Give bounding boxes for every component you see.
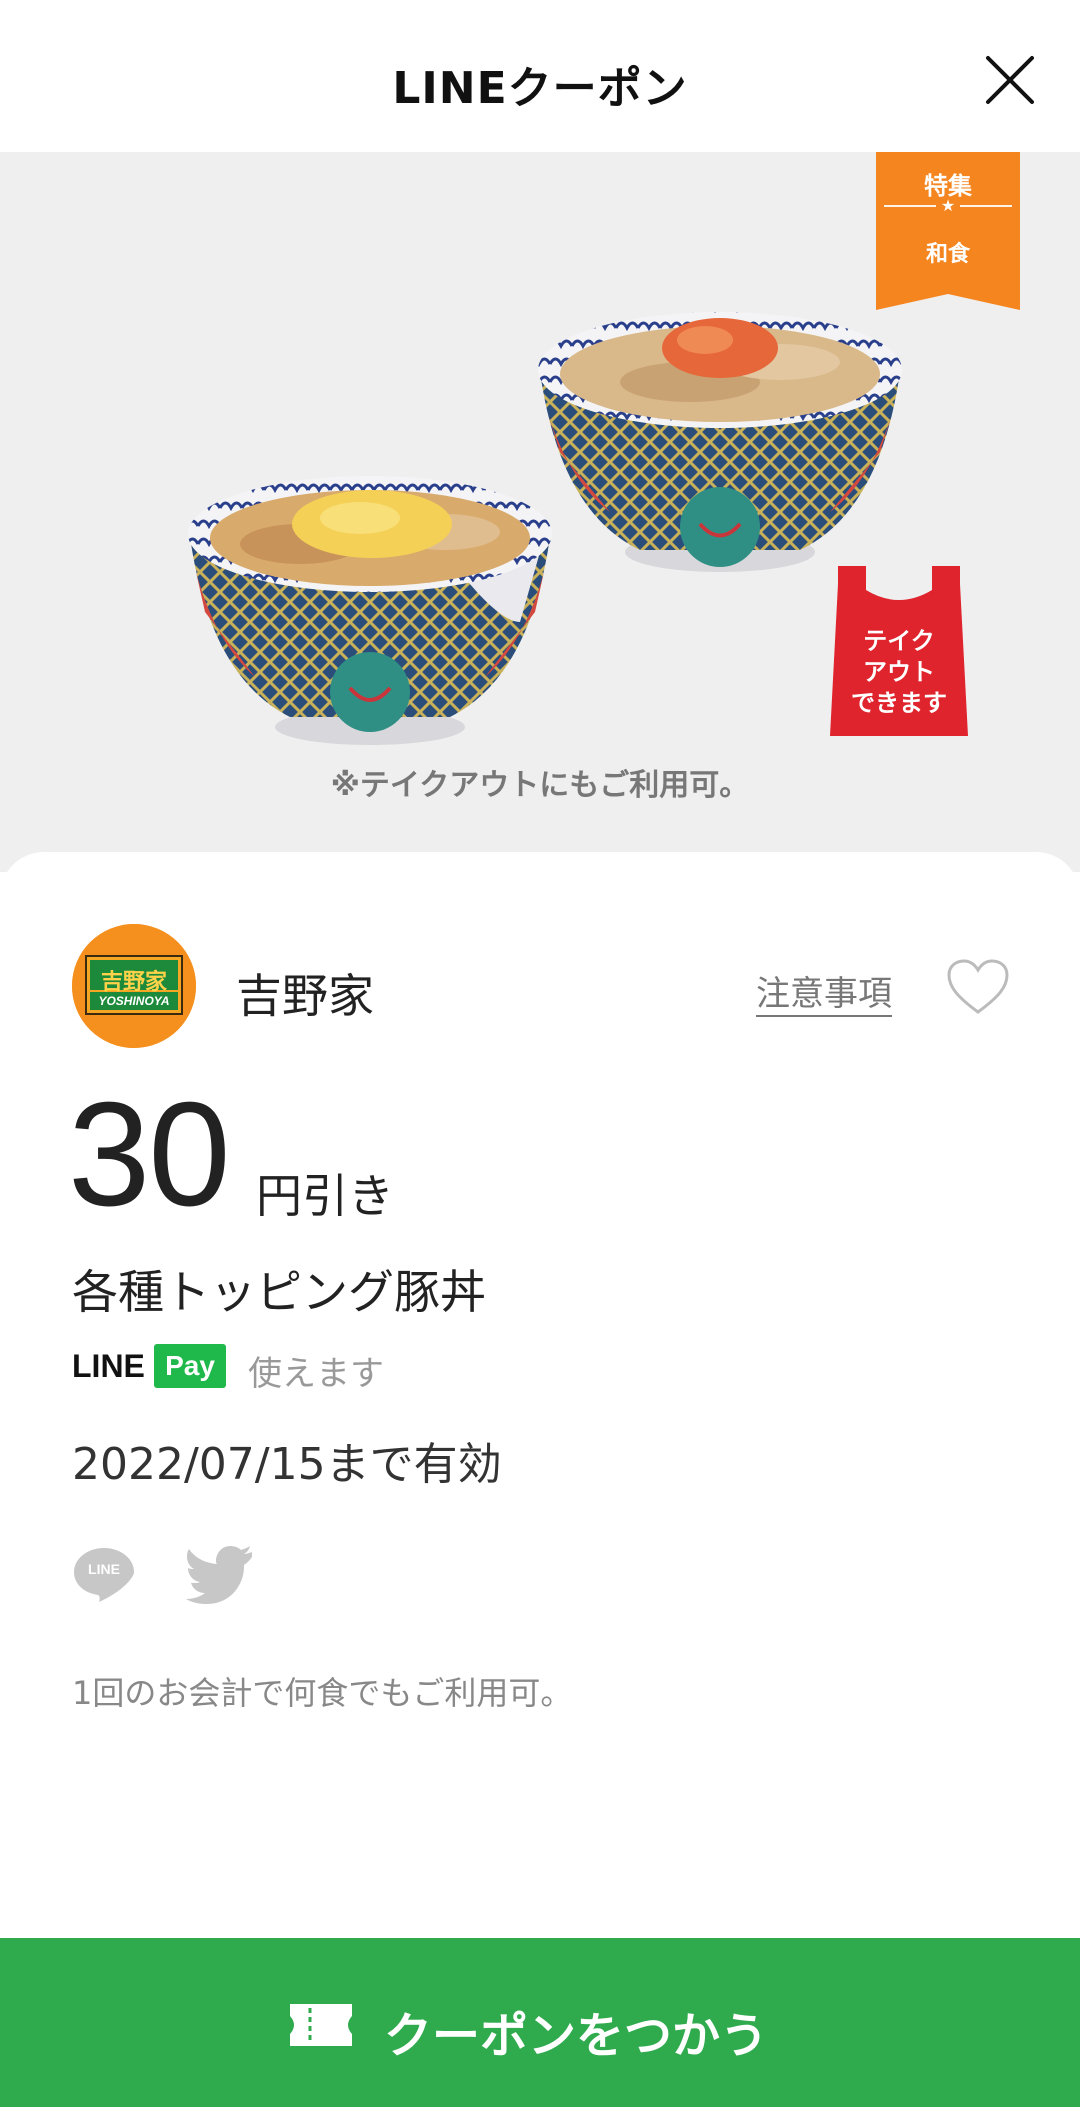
- line-icon-text: LINE: [88, 1561, 120, 1577]
- takeout-line-2: アウト: [863, 658, 935, 686]
- linepay-status: 使えます: [248, 1354, 384, 1394]
- linepay-logo-pay: Pay: [154, 1344, 226, 1388]
- bowl-right: [538, 312, 902, 572]
- use-coupon-label: クーポンをつかう: [384, 2008, 769, 2064]
- bowl-left: [188, 476, 552, 745]
- notes-link[interactable]: 注意事項: [756, 966, 892, 1015]
- page-title: LINEクーポン: [392, 63, 688, 114]
- takeout-line-3: できます: [851, 689, 947, 717]
- shop-logo: 吉野家 YOSHINOYA: [72, 924, 196, 1048]
- twitter-bird-icon[interactable]: [186, 1544, 254, 1604]
- usage-note: 1回のお会計で何食でもご利用可。: [72, 1674, 573, 1712]
- use-coupon-button[interactable]: クーポンをつかう: [0, 1938, 1080, 2107]
- takeout-badge: テイク アウト できます: [830, 566, 968, 736]
- takeout-line-1: テイク: [863, 627, 935, 655]
- feature-ribbon-badge: 特集 ★ 和食: [876, 152, 1020, 310]
- expiry-date: 2022/07/15まで有効: [72, 1439, 502, 1490]
- star-icon: ★: [940, 196, 956, 215]
- hero-note: ※テイクアウトにもご利用可。: [330, 768, 750, 803]
- close-icon[interactable]: [982, 52, 1038, 108]
- discount-value: 30: [68, 1072, 231, 1237]
- ticket-icon: [290, 2004, 352, 2046]
- product-name: 各種トッピング豚丼: [72, 1265, 486, 1319]
- shop-name: 吉野家: [236, 969, 374, 1023]
- ribbon-label-bottom: 和食: [925, 242, 970, 267]
- header-bar: LINEクーポン: [0, 0, 1080, 152]
- logo-text-main: 吉野家: [100, 970, 167, 995]
- coupon-hero-image: 特集 ★ 和食 テイク アウト できます ※テイクアウトにもご利用可。: [0, 152, 1080, 872]
- linepay-logo-line: LINE: [72, 1348, 145, 1384]
- takeout-badge-text: テイク アウト できます: [830, 626, 968, 719]
- heart-outline-icon[interactable]: [946, 958, 1010, 1016]
- logo-text-sub: YOSHINOYA: [98, 994, 170, 1008]
- share-line-icon[interactable]: LINE: [72, 1544, 136, 1604]
- discount-unit: 円引き: [256, 1169, 394, 1223]
